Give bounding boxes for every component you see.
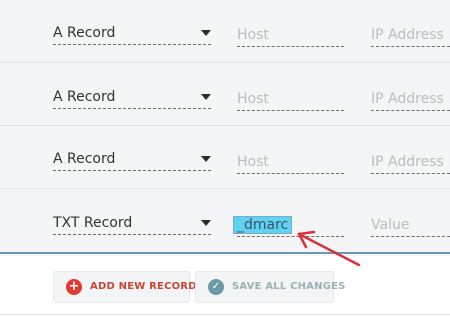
- annotation-arrow-icon: [297, 230, 361, 267]
